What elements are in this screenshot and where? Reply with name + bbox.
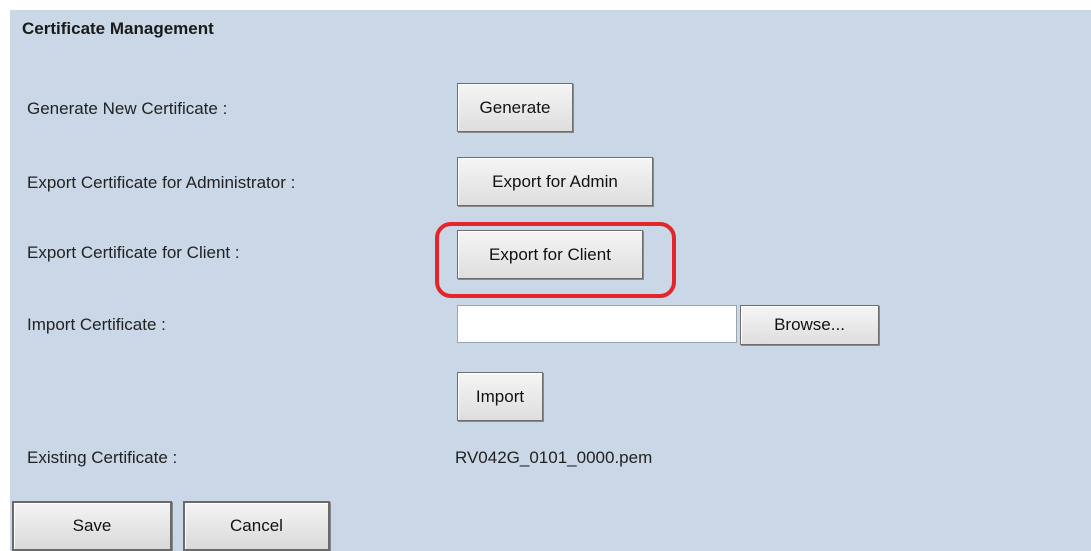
browse-button[interactable]: Browse...: [740, 305, 879, 345]
export-for-client-button[interactable]: Export for Client: [457, 230, 643, 279]
generate-certificate-label: Generate New Certificate :: [27, 99, 228, 118]
certificate-management-panel: Certificate Management Generate New Cert…: [10, 10, 1091, 551]
export-admin-label: Export Certificate for Administrator :: [27, 173, 296, 192]
export-client-label: Export Certificate for Client :: [27, 243, 240, 262]
save-button[interactable]: Save: [12, 501, 172, 551]
cancel-button[interactable]: Cancel: [183, 501, 330, 551]
import-certificate-label: Import Certificate :: [27, 315, 166, 334]
existing-certificate-label: Existing Certificate :: [27, 448, 178, 467]
export-for-admin-button[interactable]: Export for Admin: [457, 157, 653, 206]
generate-button[interactable]: Generate: [457, 83, 573, 132]
existing-certificate-value: RV042G_0101_0000.pem: [455, 448, 653, 467]
import-button[interactable]: Import: [457, 372, 543, 421]
certificate-file-input[interactable]: [457, 305, 737, 343]
section-title: Certificate Management: [22, 19, 214, 38]
